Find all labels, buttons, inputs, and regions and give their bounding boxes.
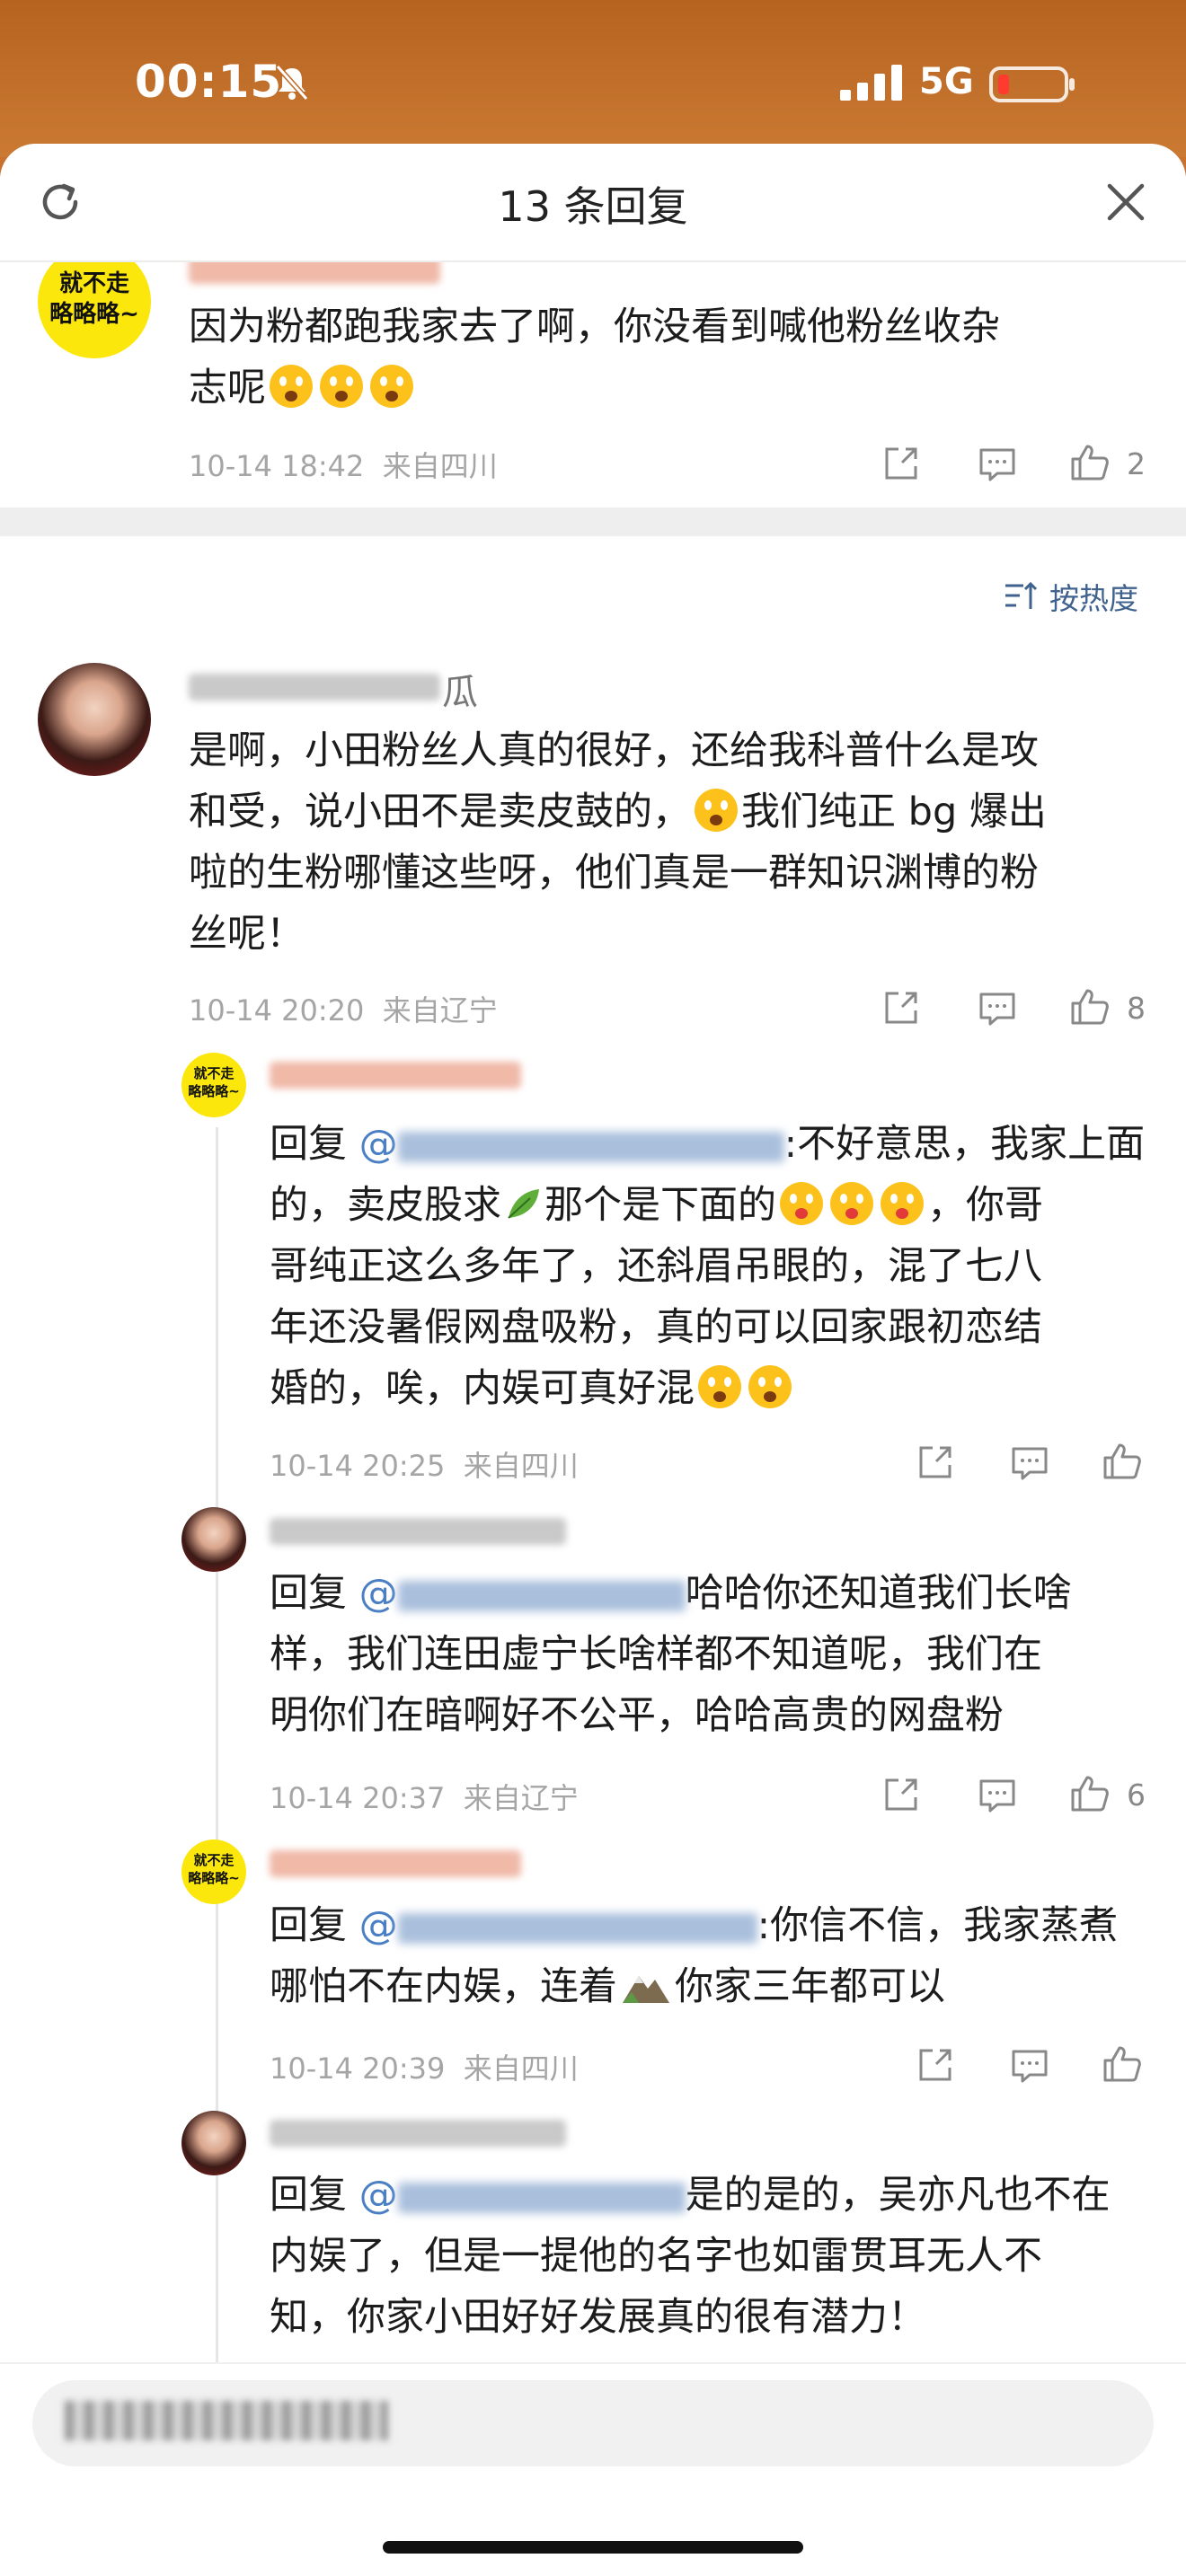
username-blurred[interactable] <box>189 674 440 701</box>
signal-icon <box>840 65 902 101</box>
network-type: 5G <box>919 61 974 102</box>
tongue-emoji-icon <box>881 1182 924 1225</box>
surprised-emoji-icon <box>270 365 313 408</box>
reply-text: 回复 @:你信不信，我家蒸煮 哪怕不在内娱，连着 你家三年都可以 <box>270 1903 1119 2009</box>
like-icon[interactable] <box>1069 987 1111 1027</box>
avatar[interactable]: 就不走 略略略~ <box>181 1839 246 1904</box>
comment-text: 是啊，小田粉丝人真的很好，还给我科普什么是攻 和受，说小田不是卖皮鼓的， 我们纯正… <box>189 728 1047 957</box>
username-blurred[interactable] <box>270 1062 521 1089</box>
username-tail: 瓜 <box>442 672 478 713</box>
bell-muted-icon <box>275 65 309 101</box>
tongue-emoji-icon <box>830 1182 873 1225</box>
username-blurred[interactable] <box>270 2120 566 2147</box>
surprised-emoji-icon <box>320 365 363 408</box>
mention-blurred[interactable] <box>397 2182 686 2213</box>
avatar-text: 略略略~ <box>188 1083 240 1099</box>
sheet-header: 13 条回复 <box>0 144 1186 262</box>
status-time: 00:15 <box>135 56 283 108</box>
share-icon[interactable] <box>916 2046 954 2084</box>
mention-blurred[interactable] <box>397 1912 757 1944</box>
comment-meta: 10-14 20:20 来自辽宁 <box>189 993 498 1028</box>
comment-icon[interactable] <box>1010 1445 1049 1481</box>
comment-icon[interactable] <box>1010 2048 1049 2084</box>
avatar-text: 就不走 <box>58 270 129 297</box>
comment-icon[interactable] <box>978 991 1017 1027</box>
avatar-text: 略略略~ <box>49 301 139 328</box>
sort-icon[interactable] <box>1004 580 1038 613</box>
avatar[interactable] <box>181 2111 246 2175</box>
reply-meta: 10-14 20:37 来自辽宁 <box>270 1781 579 1815</box>
reply-meta: 10-14 20:39 来自四川 <box>270 2051 579 2086</box>
like-count: 6 <box>1127 1778 1146 1813</box>
like-count: 2 <box>1127 446 1146 481</box>
like-count: 8 <box>1127 991 1146 1026</box>
like-icon[interactable] <box>1102 1442 1143 1481</box>
share-icon[interactable] <box>882 445 920 482</box>
status-bar: 00:15 5G <box>0 0 1186 157</box>
reply-meta: 10-14 20:25 来自四川 <box>270 1449 579 1483</box>
avatar[interactable] <box>181 1507 246 1572</box>
mention-blurred[interactable] <box>397 1580 686 1611</box>
reply-input-placeholder-blurred <box>65 2401 388 2440</box>
avatar-text: 就不走 <box>193 1852 235 1868</box>
comment-text: 因为粉都跑我家去了啊，你没看到喊他粉丝收杂 志呢 <box>189 304 1000 410</box>
laugh-cry-emoji-icon <box>695 789 738 832</box>
section-separator <box>0 507 1186 536</box>
like-icon[interactable] <box>1069 1774 1111 1813</box>
share-icon[interactable] <box>916 1443 954 1481</box>
surprised-emoji-icon <box>748 1365 792 1408</box>
mountain-icon <box>623 1976 669 2003</box>
surprised-emoji-icon <box>370 365 413 408</box>
home-indicator[interactable] <box>383 2541 803 2554</box>
reply-text: 回复 @:不好意思，我家上面 的，卖皮股求 那个是下面的 ，你哥 哥纯正这么多年了，… <box>270 1122 1146 1411</box>
comment-icon[interactable] <box>978 446 1017 482</box>
comment-icon[interactable] <box>978 1778 1017 1813</box>
comment-meta: 10-14 18:42 来自四川 <box>189 449 498 483</box>
avatar[interactable]: 就不走 略略略~ <box>181 1053 246 1117</box>
mention-blurred[interactable] <box>397 1131 784 1162</box>
avatar-text: 略略略~ <box>188 1870 240 1886</box>
reply-text: 回复 @ 是的是的，吴亦凡也不在 内娱了，但是一提他的名字也如雷贯耳无人不 知，你… <box>270 2173 1111 2340</box>
surprised-emoji-icon <box>698 1365 741 1408</box>
reply-text: 回复 @ 哈哈你还知道我们长啥 样，我们连田虚宁长啥样都不知道呢，我们在 明你们在… <box>270 1571 1072 1738</box>
sort-by-heat[interactable]: 按热度 <box>1049 575 1138 618</box>
leaf-icon <box>508 1189 539 1219</box>
avatar[interactable] <box>38 663 151 776</box>
username-blurred[interactable] <box>270 1850 521 1877</box>
battery-icon <box>989 66 1075 102</box>
replies-sheet: 13 条回复 就不走 略略略~ 因为粉都跑我家去了啊，你没看到喊他粉丝收杂 志呢… <box>0 144 1186 2576</box>
username-blurred[interactable] <box>270 1518 566 1545</box>
share-icon[interactable] <box>882 1776 920 1813</box>
like-icon[interactable] <box>1069 443 1111 482</box>
share-icon[interactable] <box>882 989 920 1027</box>
avatar-text: 就不走 <box>193 1065 235 1081</box>
close-icon[interactable] <box>1102 178 1150 226</box>
sheet-title: 13 条回复 <box>498 182 688 231</box>
like-icon[interactable] <box>1102 2044 1143 2084</box>
tongue-emoji-icon <box>780 1182 823 1225</box>
thread-line <box>216 1127 218 2475</box>
